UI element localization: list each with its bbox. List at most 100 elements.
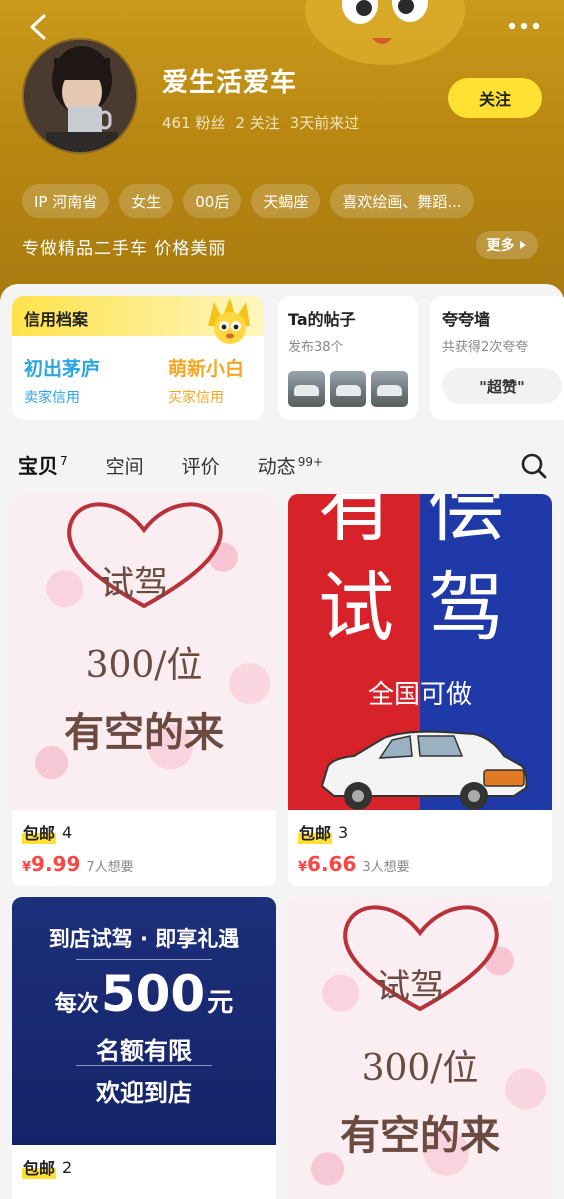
tab-reviews[interactable]: 评价: [182, 452, 220, 479]
chevron-right-icon: [519, 241, 526, 249]
avatar[interactable]: [22, 38, 138, 154]
tag-ip: IP 河南省: [22, 184, 110, 218]
poster-text-3: 名额有限: [96, 1037, 192, 1065]
post-thumbnail[interactable]: [288, 371, 325, 407]
poster-text-2c: 元: [207, 988, 234, 1018]
poster-divider: [76, 1065, 212, 1066]
praise-count: 共获得2次夸夸: [442, 340, 529, 355]
poster-text-1: 到店试驾 · 即享礼遇: [48, 927, 240, 951]
tab-items-label: 宝贝: [18, 454, 58, 478]
poster-char-1: 有: [318, 494, 394, 552]
nickname: 爱生活爱车: [162, 68, 298, 98]
tab-feed-badge: 99+: [297, 454, 324, 469]
tag-hobby: 喜欢绘画、舞蹈...: [330, 184, 474, 218]
posts-title: Ta的帖子: [288, 310, 356, 329]
seller-credit-label: 卖家信用: [24, 390, 80, 406]
more-button[interactable]: 更多: [476, 231, 538, 259]
poster-text-2a: 每次: [54, 992, 99, 1017]
shipping-row: 包邮 4: [22, 820, 266, 844]
product-image[interactable]: 到店试驾 · 即享礼遇 每次500元 名额有限 欢迎到店: [12, 897, 276, 1145]
back-arrow-icon[interactable]: [24, 12, 54, 42]
price-row: ¥9.99 7人想要: [22, 852, 266, 876]
product-card[interactable]: 试驾 300/位 有空的来: [288, 897, 552, 1199]
mascot-icon: [208, 298, 250, 344]
free-shipping-badge: 包邮: [22, 1155, 57, 1179]
profile-page: 爱生活爱车 461 粉丝 2 关注 3天前来过 关注 IP 河南省 女生 00后…: [0, 0, 564, 1199]
tab-space[interactable]: 空间: [106, 452, 144, 479]
posts-card[interactable]: Ta的帖子 发布38个: [278, 296, 418, 420]
price-value: 6.66: [307, 852, 357, 876]
shipping-row: 包邮 3: [298, 820, 542, 844]
product-meta: 包邮 4 ¥9.99 7人想要: [12, 810, 276, 886]
tag-age: 00后: [183, 184, 242, 218]
praise-wall-card[interactable]: 夸夸墙 共获得2次夸夸 "超赞": [430, 296, 564, 420]
follow-button[interactable]: 关注: [448, 78, 542, 118]
post-thumbnail[interactable]: [329, 371, 367, 407]
shipping-row: 包邮 2: [22, 1155, 266, 1179]
product-meta: 包邮 3 ¥6.66 3人想要: [288, 810, 552, 886]
product-image[interactable]: 试驾 300/位 有空的来: [288, 897, 552, 1199]
free-shipping-badge: 包邮: [22, 820, 57, 844]
poster-char-4: 驾: [428, 563, 504, 652]
product-card[interactable]: 到店试驾 · 即享礼遇 每次500元 名额有限 欢迎到店 包邮 2: [12, 897, 276, 1199]
poster-text-3: 有空的来: [64, 709, 224, 756]
profile-stats: 461 粉丝 2 关注 3天前来过: [162, 112, 359, 133]
product-image[interactable]: 有 偿 试 驾 全国可做: [288, 494, 552, 810]
seller-credit-level: 初出茅庐: [24, 358, 101, 380]
tab-feed[interactable]: 动态 99+: [258, 452, 323, 479]
poster-char-3: 试: [318, 563, 394, 652]
post-thumbnails: [288, 371, 409, 407]
poster-text-2: 300/位: [361, 1048, 479, 1089]
product-quantity: 2: [62, 1157, 73, 1177]
poster-divider: [76, 959, 212, 960]
poster-subtitle: 全国可做: [367, 680, 472, 710]
poster-char-2: 偿: [428, 494, 504, 552]
profile-header: 爱生活爱车 461 粉丝 2 关注 3天前来过 关注 IP 河南省 女生 00后…: [0, 0, 564, 300]
price-row: ¥6.66 3人想要: [298, 852, 542, 876]
buyer-credit: 萌新小白 买家信用: [168, 354, 244, 407]
tab-items[interactable]: 宝贝 7: [18, 450, 68, 481]
tab-space-label: 空间: [105, 456, 144, 478]
post-thumbnail[interactable]: [371, 371, 409, 407]
wants-count: 7人想要: [86, 860, 134, 875]
poster-text-2: 300/位: [85, 645, 203, 686]
following-count[interactable]: 2 关注: [235, 112, 279, 133]
tag-zodiac: 天蝎座: [251, 184, 321, 218]
poster-background: 到店试驾 · 即享礼遇 每次500元 名额有限 欢迎到店: [12, 897, 276, 1145]
praise-button[interactable]: "超赞": [442, 368, 562, 404]
poster-text-1: 试驾: [100, 564, 168, 604]
buyer-credit-level: 萌新小白: [168, 358, 245, 380]
more-label: 更多: [486, 238, 515, 254]
buyer-credit-label: 买家信用: [168, 390, 224, 406]
search-icon[interactable]: [520, 452, 548, 480]
product-meta: 包邮 2: [12, 1145, 276, 1189]
product-card[interactable]: 试驾 300/位 有空的来 包邮 4 ¥9.99 7人想要: [12, 494, 276, 886]
profile-tags: IP 河南省 女生 00后 天蝎座 喜欢绘画、舞蹈...: [22, 184, 474, 218]
free-shipping-badge: 包邮: [298, 820, 333, 844]
tab-reviews-label: 评价: [181, 456, 220, 478]
price-value: 9.99: [31, 852, 81, 876]
product-quantity: 4: [62, 822, 73, 842]
poster-text-2b: 500: [100, 965, 206, 1023]
car-icon: [320, 730, 528, 810]
mascot-decoration-icon: [305, 0, 465, 65]
product-image[interactable]: 试驾 300/位 有空的来: [12, 494, 276, 810]
tab-items-badge: 7: [60, 454, 68, 469]
poster-text-4: 欢迎到店: [96, 1079, 192, 1107]
wants-count: 3人想要: [362, 860, 410, 875]
last-seen: 3天前来过: [289, 114, 360, 132]
product-quantity: 3: [338, 822, 349, 842]
product-card[interactable]: 有 偿 试 驾 全国可做 包邮 3 ¥6.66 3人想要: [288, 494, 552, 886]
product-price: ¥6.66: [298, 852, 356, 876]
product-price: ¥9.99: [22, 852, 80, 876]
tab-feed-label: 动态: [257, 456, 296, 478]
more-dots-icon[interactable]: [504, 16, 544, 36]
fans-count[interactable]: 461 粉丝: [162, 112, 225, 133]
tag-gender: 女生: [119, 184, 174, 218]
content-tabs: 宝贝 7 空间 评价 动态 99+: [18, 450, 323, 481]
poster-text-1: 试驾: [376, 967, 444, 1007]
posts-count: 发布38个: [288, 340, 344, 355]
praise-title: 夸夸墙: [442, 310, 491, 329]
poster-text-3: 有空的来: [340, 1112, 500, 1159]
credit-card[interactable]: 信用档案 初出茅庐 卖家信用 萌新小白 买家信用: [12, 296, 264, 420]
